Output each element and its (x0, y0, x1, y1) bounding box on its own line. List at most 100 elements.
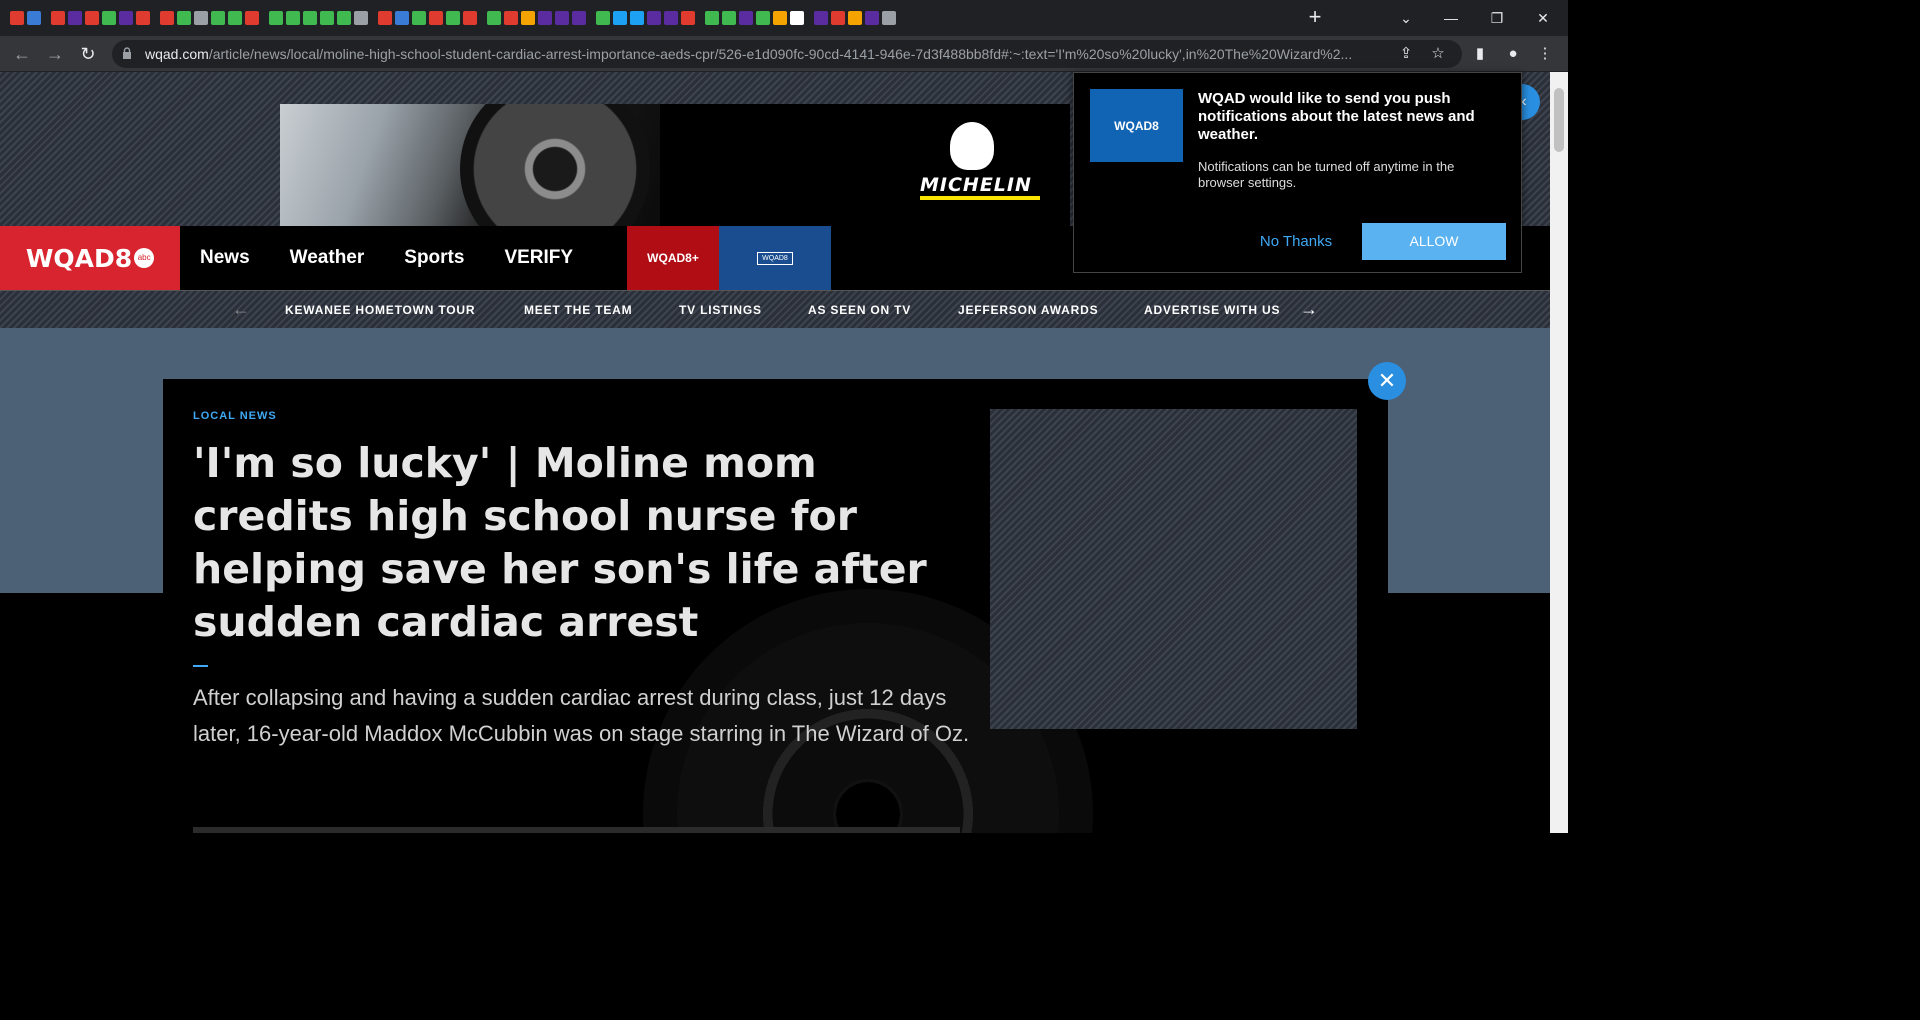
tab-favicon-icon[interactable] (487, 11, 501, 25)
new-tab-button[interactable]: + (1303, 6, 1327, 30)
tab-favicon-icon[interactable] (756, 11, 770, 25)
tab-favicon-icon[interactable] (378, 11, 392, 25)
close-window-icon[interactable]: ✕ (1533, 8, 1553, 28)
tab-favicon-icon[interactable] (865, 11, 879, 25)
scrollbar-thumb[interactable] (1554, 88, 1564, 152)
tab-favicon-icon[interactable] (705, 11, 719, 25)
tab-favicon-icon[interactable] (446, 11, 460, 25)
nav-links: News Weather Sports VERIFY (200, 226, 613, 290)
popup-title: WQAD would like to send you push notific… (1198, 90, 1475, 143)
tab-favicon-icon[interactable] (303, 11, 317, 25)
allow-button[interactable]: ALLOW (1362, 223, 1506, 260)
subnav-item[interactable]: MEET THE TEAM (524, 303, 632, 317)
tab-favicon-icon[interactable] (85, 11, 99, 25)
subnav-item[interactable]: JEFFERSON AWARDS (958, 303, 1098, 317)
site-logo[interactable]: WQAD8 abc (0, 226, 180, 290)
page-scrollbar[interactable] (1550, 72, 1568, 833)
close-ad-icon[interactable]: ✕ (1368, 362, 1406, 400)
live-tv-button[interactable]: WQAD8 (719, 226, 831, 290)
tab-favicon-icon[interactable] (320, 11, 334, 25)
tab-favicon-icon[interactable] (739, 11, 753, 25)
logo-text: WQAD8 (25, 243, 133, 273)
tire-image (460, 104, 650, 226)
tab-favicon-icon[interactable] (177, 11, 191, 25)
tab-favicon-icon[interactable] (463, 11, 477, 25)
tab-favicon-icon[interactable] (647, 11, 661, 25)
tab-favicon-icon[interactable] (882, 11, 896, 25)
bookmark-star-icon[interactable]: ☆ (1428, 44, 1448, 64)
tab-favicon-icon[interactable] (337, 11, 351, 25)
tab-favicon-icon[interactable] (228, 11, 242, 25)
tab-favicon-icon[interactable] (395, 11, 409, 25)
nav-sports[interactable]: Sports (404, 247, 464, 269)
share-icon[interactable]: ⇪ (1396, 44, 1416, 64)
tab-favicon-icon[interactable] (504, 11, 518, 25)
nav-weather[interactable]: Weather (290, 247, 365, 269)
tab-favicon-icon[interactable] (10, 11, 24, 25)
article-headline: 'I'm so lucky' | Moline mom credits high… (193, 439, 927, 646)
tab-favicon-icon[interactable] (538, 11, 552, 25)
tab-favicon-icon[interactable] (354, 11, 368, 25)
subnav-item[interactable]: AS SEEN ON TV (808, 303, 911, 317)
ad-banner[interactable]: MICHELIN (280, 104, 1070, 226)
address-bar[interactable]: wqad.com/article/news/local/moline-high-… (112, 40, 1462, 68)
wqad-plus-button[interactable]: WQAD8+ (627, 226, 719, 290)
tab-favicon-icon[interactable] (814, 11, 828, 25)
tab-favicon-icon[interactable] (286, 11, 300, 25)
tab-favicon-icon[interactable] (27, 11, 41, 25)
browser-tab-strip: + ⌄ — ❐ ✕ (0, 0, 1568, 36)
subnav-item[interactable]: ADVERTISE WITH US (1144, 303, 1282, 317)
nav-news[interactable]: News (200, 247, 250, 269)
tab-favicon-icon[interactable] (773, 11, 787, 25)
tab-favicon-icon[interactable] (555, 11, 569, 25)
nav-verify[interactable]: VERIFY (504, 247, 573, 269)
tab-favicon-icon[interactable] (722, 11, 736, 25)
menu-kebab-icon[interactable]: ⋮ (1535, 44, 1555, 64)
tab-favicon-icon[interactable] (211, 11, 225, 25)
tab-favicon-icon[interactable] (681, 11, 695, 25)
tab-favicons (8, 11, 897, 25)
tab-favicon-icon[interactable] (102, 11, 116, 25)
tab-favicon-icon[interactable] (429, 11, 443, 25)
tab-favicon-icon[interactable] (596, 11, 610, 25)
tab-favicon-icon[interactable] (51, 11, 65, 25)
tab-favicon-icon[interactable] (194, 11, 208, 25)
back-icon[interactable]: ← (10, 42, 34, 66)
tab-favicon-icon[interactable] (160, 11, 174, 25)
article-hero: LOCAL NEWS 'I'm so lucky' | Moline mom c… (163, 379, 1388, 833)
tab-favicon-icon[interactable] (68, 11, 82, 25)
side-panel-icon[interactable]: ▮ (1470, 44, 1490, 64)
article-summary: After collapsing and having a sudden car… (193, 685, 970, 746)
forward-icon[interactable]: → (43, 42, 67, 66)
tab-search-icon[interactable]: ⌄ (1396, 8, 1416, 28)
subnav-item[interactable]: TV LISTINGS (679, 303, 762, 317)
notification-popup: WQAD8 WQAD would like to send you push n… (1073, 72, 1522, 273)
tab-favicon-icon[interactable] (245, 11, 259, 25)
browser-toolbar: ← → ↻ wqad.com/article/news/local/moline… (0, 36, 1568, 72)
lock-icon (123, 47, 131, 59)
tab-favicon-icon[interactable] (664, 11, 678, 25)
tab-favicon-icon[interactable] (136, 11, 150, 25)
restore-icon[interactable]: ❐ (1487, 8, 1507, 28)
tab-favicon-icon[interactable] (790, 11, 804, 25)
article-category[interactable]: LOCAL NEWS (193, 410, 277, 422)
subnav-next-arrow-icon[interactable]: → (1299, 299, 1319, 319)
tab-favicon-icon[interactable] (572, 11, 586, 25)
tab-favicon-icon[interactable] (521, 11, 535, 25)
sub-navigation: ← KEWANEE HOMETOWN TOUR MEET THE TEAM TV… (0, 290, 1550, 328)
tab-favicon-icon[interactable] (119, 11, 133, 25)
tab-favicon-icon[interactable] (630, 11, 644, 25)
url-host: wqad.com (145, 46, 209, 62)
tab-favicon-icon[interactable] (412, 11, 426, 25)
media-strip (193, 827, 960, 833)
minimize-icon[interactable]: — (1441, 8, 1461, 28)
tab-favicon-icon[interactable] (831, 11, 845, 25)
tab-favicon-icon[interactable] (269, 11, 283, 25)
tab-favicon-icon[interactable] (613, 11, 627, 25)
reload-icon[interactable]: ↻ (76, 42, 100, 66)
profile-icon[interactable]: ● (1503, 44, 1523, 64)
subnav-prev-arrow-icon[interactable]: ← (231, 299, 251, 319)
tab-favicon-icon[interactable] (848, 11, 862, 25)
no-thanks-button[interactable]: No Thanks (1244, 223, 1348, 260)
subnav-item[interactable]: KEWANEE HOMETOWN TOUR (285, 303, 475, 317)
